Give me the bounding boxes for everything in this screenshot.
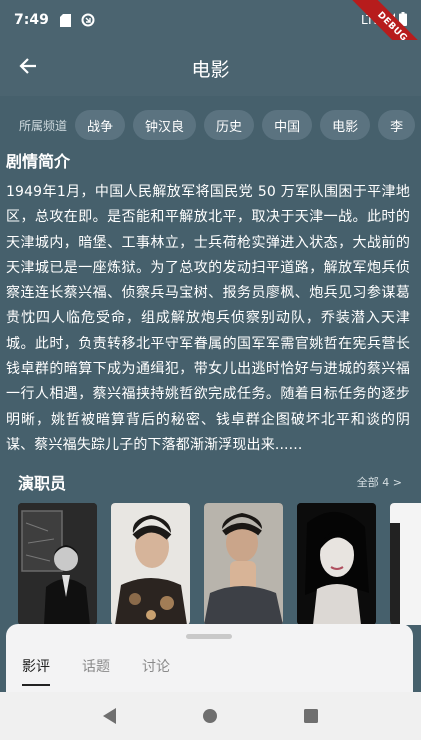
view-all-cast-link[interactable]: 全部 4 >: [357, 474, 402, 490]
cast-list: [18, 503, 421, 625]
channel-chip[interactable]: 李: [378, 110, 415, 140]
status-time: 7:49: [14, 12, 49, 28]
channel-chip[interactable]: 战争: [75, 110, 126, 140]
synopsis-title: 剧情简介: [6, 152, 71, 171]
cast-title: 演职员: [18, 474, 67, 493]
cast-photo-4[interactable]: [297, 503, 376, 625]
channel-chip[interactable]: 历史: [204, 110, 255, 140]
tab-topics[interactable]: 话题: [82, 656, 110, 686]
cast-photo-2[interactable]: [111, 503, 190, 625]
nav-recents-icon[interactable]: [299, 704, 323, 728]
cast-photo-3[interactable]: [204, 503, 283, 625]
channel-chip[interactable]: 中国: [262, 110, 313, 140]
cast-photo-5[interactable]: [390, 503, 421, 625]
cast-header: 演职员 全部 4 >: [18, 470, 402, 494]
cast-photo-1[interactable]: [18, 503, 97, 625]
status-bar: 7:49 LTE DEBUG: [0, 0, 421, 73]
data-saver-icon: [81, 13, 95, 27]
channel-chip[interactable]: 钟汉良: [133, 110, 197, 140]
back-button[interactable]: [0, 40, 56, 96]
sd-card-icon: [59, 13, 73, 27]
drag-handle[interactable]: [186, 634, 232, 639]
nav-back-icon[interactable]: [98, 704, 122, 728]
bottom-sheet[interactable]: 影评 话题 讨论: [6, 624, 413, 700]
synopsis-text: 1949年1月，中国人民解放军将国民党 50 万军队围困于平津地区，总攻在即。是…: [6, 184, 410, 453]
channel-row: 所属频道 战争 钟汉良 历史 中国 电影 李: [6, 104, 415, 146]
tab-reviews[interactable]: 影评: [22, 656, 50, 686]
page-title: 电影: [191, 58, 230, 81]
sheet-tabs: 影评 话题 讨论: [22, 656, 170, 686]
app-bar: 电影: [0, 40, 421, 96]
system-nav-bar: [0, 692, 421, 740]
tab-discussion[interactable]: 讨论: [142, 656, 170, 686]
channel-label: 所属频道: [19, 118, 68, 133]
arrow-left-icon: [18, 56, 38, 80]
channel-chip[interactable]: 电影: [320, 110, 371, 140]
nav-home-icon[interactable]: [198, 704, 222, 728]
